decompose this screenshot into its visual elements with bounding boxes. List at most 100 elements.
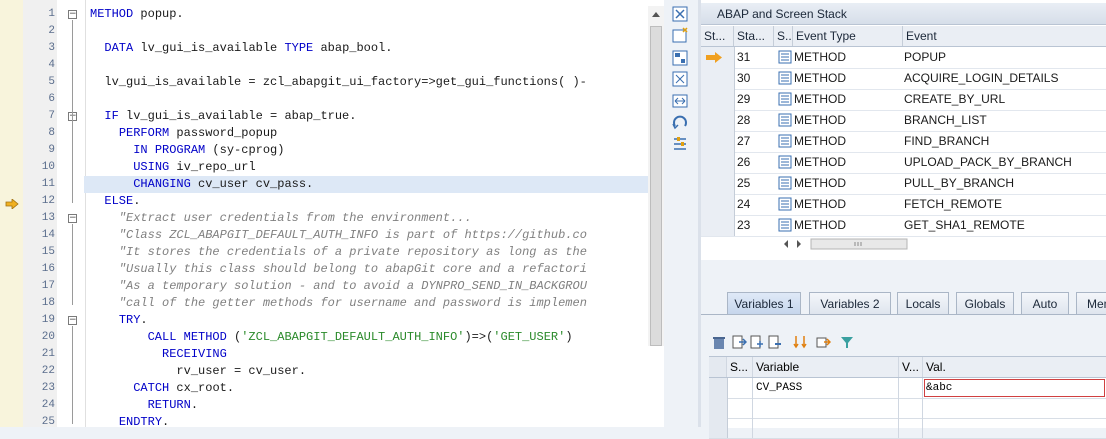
code-line[interactable]: CATCH cx_root. (90, 380, 648, 397)
variable-value-input[interactable] (923, 398, 1106, 418)
row-selector[interactable] (709, 378, 728, 398)
stack-row[interactable]: 23 METHOD GET_SHA1_REMOTE (701, 215, 1106, 237)
code-line[interactable]: RECEIVING (90, 346, 648, 363)
code-line[interactable]: rv_user = cv_user. (90, 363, 648, 380)
variable-row[interactable]: CV_PASS &abc (709, 378, 1106, 399)
col-event[interactable]: Event (903, 26, 1106, 46)
stack-row[interactable]: 24 METHOD FETCH_REMOTE (701, 194, 1106, 216)
line-number: 18 (41, 297, 55, 309)
fold-toggle-icon[interactable]: − (68, 316, 77, 325)
code-line[interactable]: ENDTRY. (90, 414, 648, 427)
variable-value-input[interactable]: &abc (923, 378, 1106, 398)
stack-row[interactable]: 31 METHOD POPUP (701, 47, 1106, 69)
tab-variables-1[interactable]: Variables 1 (727, 292, 801, 314)
fold-toggle-icon[interactable]: − (68, 214, 77, 223)
row-selector[interactable] (709, 398, 728, 418)
col-stack-level[interactable]: Sta... (734, 26, 774, 46)
code-editor[interactable]: 1 2 3 4 5 6 7 8 9 10 11 12 13 14 15 16 17 18 19 20 21 22 23 24 2… (0, 0, 665, 427)
code-line[interactable]: "It stores the credentials of a private … (90, 244, 648, 261)
layout-icon[interactable] (669, 49, 691, 67)
stack-row[interactable]: 28 METHOD BRANCH_LIST (701, 110, 1106, 132)
code-line[interactable] (90, 91, 648, 108)
append-variable-icon[interactable] (749, 334, 765, 350)
tab-locals[interactable]: Locals (897, 292, 949, 314)
code-line[interactable]: IN PROGRAM (sy-cprog) (90, 142, 648, 159)
close-icon[interactable] (669, 6, 691, 24)
maximize-icon[interactable] (669, 70, 691, 88)
settings-icon[interactable] (669, 135, 691, 153)
code-line[interactable]: "Class ZCL_ABAPGIT_DEFAULT_AUTH_INFO is … (90, 227, 648, 244)
code-line[interactable]: "As a temporary solution - and to avoid … (90, 278, 648, 295)
event-name: GET_SHA1_REMOTE (904, 218, 1025, 232)
var-status (727, 418, 753, 438)
code-line[interactable]: lv_gui_is_available = zcl_abapgit_ui_fac… (90, 74, 648, 91)
remove-variable-icon[interactable] (767, 334, 783, 350)
code-line[interactable]: "call of the getter methods for username… (90, 295, 648, 312)
code-line[interactable]: ELSE. (90, 193, 648, 210)
stack-row[interactable]: 26 METHOD UPLOAD_PACK_BY_BRANCH (701, 152, 1106, 174)
event-type: METHOD (794, 92, 846, 106)
col-s[interactable]: S... (774, 26, 793, 46)
variable-value-input[interactable] (923, 418, 1106, 438)
scroll-up-icon[interactable] (648, 6, 664, 22)
line-number: 5 (48, 76, 55, 88)
variable-row[interactable] (709, 418, 1106, 439)
stack-row[interactable]: 27 METHOD FIND_BRANCH (701, 131, 1106, 153)
resize-icon[interactable] (669, 92, 691, 110)
code-line[interactable]: "Usually this class should belong to aba… (90, 261, 648, 278)
code-line[interactable]: METHOD popup. (90, 6, 648, 23)
col-event-type[interactable]: Event Type (793, 26, 903, 46)
editor-vertical-scrollbar[interactable] (648, 6, 664, 346)
fold-toggle-icon[interactable]: − (68, 10, 77, 19)
variable-name-input[interactable] (753, 418, 899, 438)
variables-panel: Variables 1 Variables 2 Locals Globals A… (701, 286, 1106, 439)
delete-icon[interactable] (711, 334, 727, 350)
code-line[interactable]: DATA lv_gui_is_available TYPE abap_bool. (90, 40, 648, 57)
code-line[interactable] (90, 23, 648, 40)
col-st[interactable]: St... (701, 26, 734, 46)
col-v[interactable]: V... (899, 357, 923, 377)
code-line[interactable]: CALL METHOD ('ZCL_ABAPGIT_DEFAULT_AUTH_I… (90, 329, 648, 346)
stack-row[interactable]: 30 METHOD ACQUIRE_LOGIN_DETAILS (701, 68, 1106, 90)
row-marker (701, 89, 735, 110)
scrollbar-thumb[interactable] (650, 26, 662, 346)
code-line[interactable]: TRY. (90, 312, 648, 329)
new-window-icon[interactable] (669, 27, 691, 45)
code-line[interactable]: USING iv_repo_url (90, 159, 648, 176)
sort-icon[interactable] (793, 334, 809, 350)
line-number: 15 (41, 246, 55, 258)
stack-row[interactable]: 25 METHOD PULL_BY_BRANCH (701, 173, 1106, 195)
code-line[interactable]: CHANGING cv_user cv_pass. (84, 176, 648, 193)
event-name: FIND_BRANCH (904, 134, 990, 148)
row-selector[interactable] (709, 418, 728, 438)
filter-icon[interactable] (839, 334, 855, 350)
event-type: METHOD (794, 176, 846, 190)
col-variable[interactable]: Variable (753, 357, 899, 377)
line-number: 2 (48, 25, 55, 37)
stack-row[interactable]: 29 METHOD CREATE_BY_URL (701, 89, 1106, 111)
variables-toolbar (709, 334, 909, 354)
code-line[interactable]: PERFORM password_popup (90, 125, 648, 142)
breakpoint-gutter[interactable] (0, 0, 24, 427)
select-all-cell[interactable] (709, 357, 727, 377)
variable-name-input[interactable]: CV_PASS (753, 378, 899, 398)
tab-mem[interactable]: Mem (1076, 292, 1106, 314)
variable-name-input[interactable] (753, 398, 899, 418)
tab-auto[interactable]: Auto (1021, 292, 1069, 314)
var-v (899, 378, 923, 398)
code-line[interactable]: RETURN. (90, 397, 648, 414)
transfer-icon[interactable] (815, 334, 832, 350)
code-line[interactable] (90, 57, 648, 74)
line-number: 10 (41, 161, 55, 173)
variable-row[interactable] (709, 398, 1106, 419)
line-number: 14 (41, 229, 55, 241)
insert-variable-icon[interactable] (731, 334, 748, 350)
col-s[interactable]: S... (727, 357, 753, 377)
col-value[interactable]: Val. (923, 357, 1106, 377)
tab-globals[interactable]: Globals (956, 292, 1014, 314)
code-line[interactable]: "Extract user credentials from the envir… (90, 210, 648, 227)
code-line[interactable]: IF lv_gui_is_available = abap_true. (90, 108, 648, 125)
stack-horizontal-scrollbar[interactable] (781, 237, 909, 251)
tab-variables-2[interactable]: Variables 2 (809, 292, 891, 314)
refresh-icon[interactable] (669, 114, 691, 132)
